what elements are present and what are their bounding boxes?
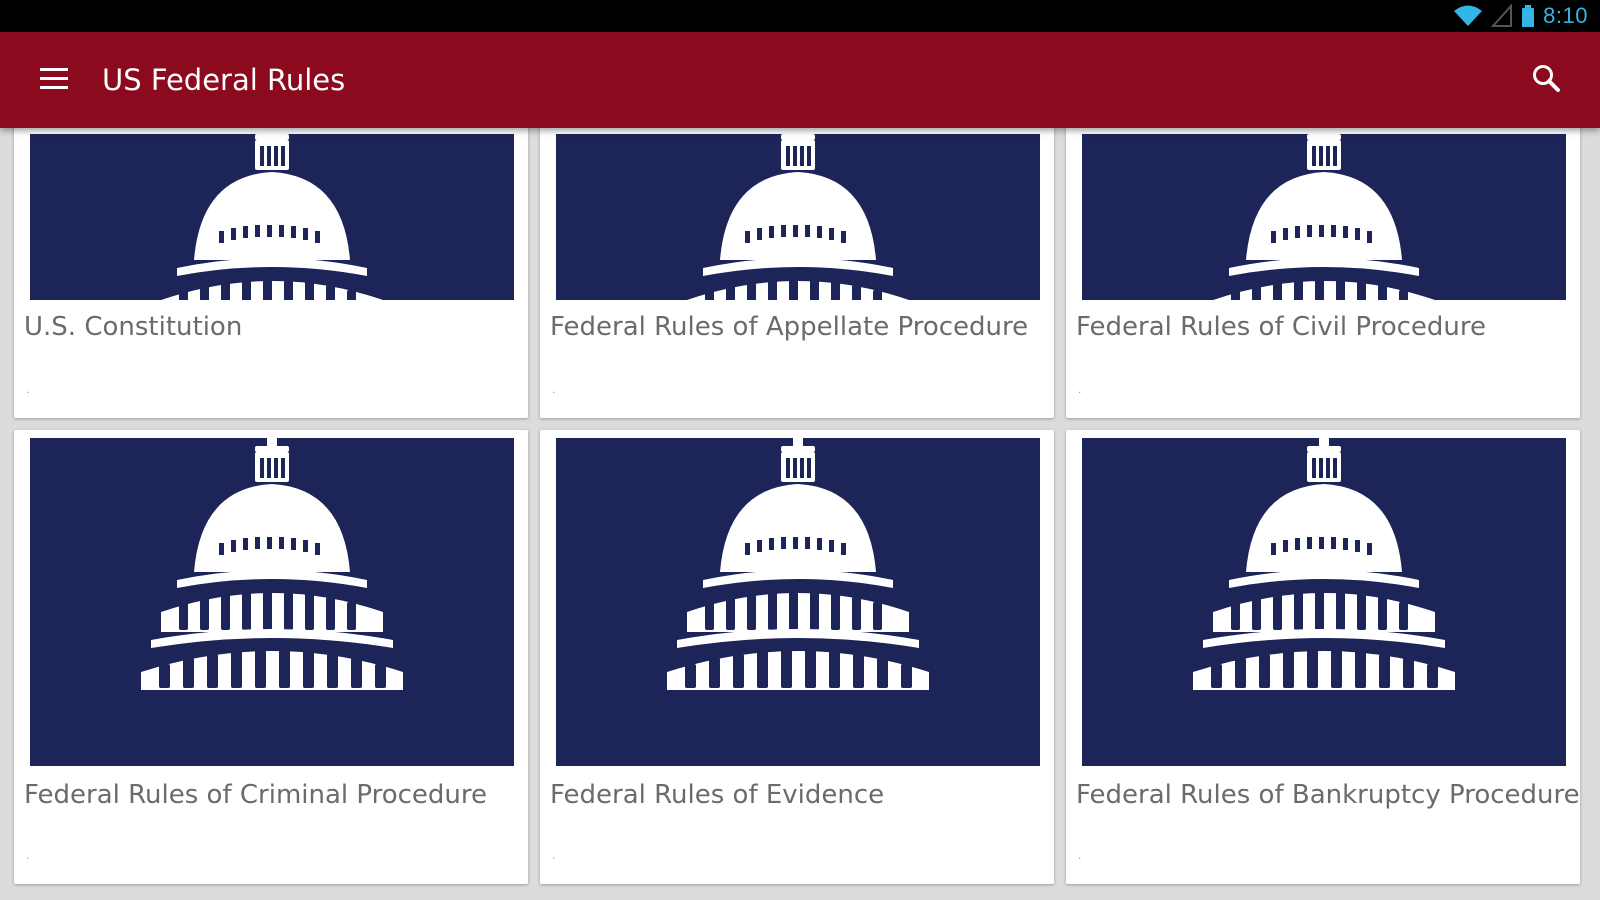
card-image: [556, 438, 1040, 766]
card-image: [1082, 438, 1566, 766]
capitol-dome-icon: [1193, 438, 1455, 690]
card-title: Federal Rules of Appellate Procedure: [550, 312, 1029, 342]
menu-button[interactable]: [26, 52, 82, 108]
card-image: [30, 438, 514, 766]
card-title: Federal Rules of Civil Procedure: [1076, 312, 1486, 342]
card-subtitle: .: [26, 848, 30, 862]
card-criminal-procedure[interactable]: Federal Rules of Criminal Procedure .: [14, 430, 528, 884]
card-title: Federal Rules of Bankruptcy Procedure: [1076, 780, 1580, 810]
card-evidence[interactable]: Federal Rules of Evidence .: [540, 430, 1054, 884]
card-civil-procedure[interactable]: Federal Rules of Civil Procedure .: [1066, 120, 1580, 418]
card-subtitle: .: [552, 848, 556, 862]
card-subtitle: .: [26, 382, 30, 396]
card-image: [30, 134, 514, 300]
capitol-dome-icon: [141, 134, 403, 300]
app-title: US Federal Rules: [102, 63, 346, 97]
capitol-dome-icon: [667, 438, 929, 690]
card-us-constitution[interactable]: U.S. Constitution .: [14, 120, 528, 418]
card-appellate-procedure[interactable]: Federal Rules of Appellate Procedure .: [540, 120, 1054, 418]
card-image: [556, 134, 1040, 300]
search-icon: [1531, 63, 1561, 98]
card-image: [1082, 134, 1566, 300]
card-grid: U.S. Constitution . Federal Rules of App…: [0, 0, 1600, 900]
card-bankruptcy-procedure[interactable]: Federal Rules of Bankruptcy Procedure .: [1066, 430, 1580, 884]
card-subtitle: .: [1078, 382, 1082, 396]
card-title: Federal Rules of Evidence: [550, 780, 885, 810]
card-title: Federal Rules of Criminal Procedure: [24, 780, 488, 810]
capitol-dome-icon: [667, 134, 929, 300]
card-subtitle: .: [1078, 848, 1082, 862]
search-button[interactable]: [1518, 52, 1574, 108]
capitol-dome-icon: [141, 438, 403, 690]
card-subtitle: .: [552, 382, 556, 396]
menu-icon: [38, 66, 70, 95]
capitol-dome-icon: [1193, 134, 1455, 300]
app-bar: US Federal Rules: [0, 32, 1600, 128]
card-title: U.S. Constitution: [24, 312, 243, 342]
